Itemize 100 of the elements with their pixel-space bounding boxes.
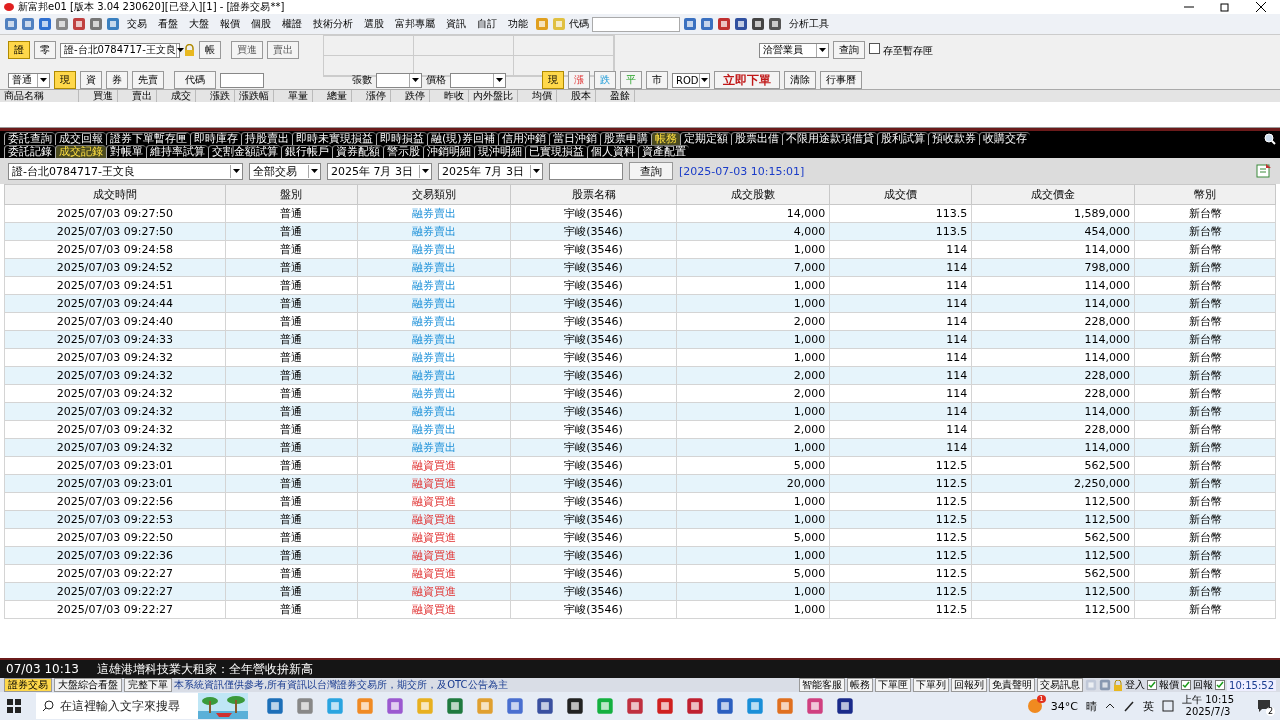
menu-item[interactable]: 大盤	[185, 17, 213, 31]
status-tab[interactable]: 完整下單	[124, 678, 172, 692]
menu-item[interactable]: 看盤	[154, 17, 182, 31]
caret-icon[interactable]	[422, 169, 429, 173]
submit-order-button[interactable]: 立即下單	[714, 71, 780, 89]
tab[interactable]: 交割金額試算	[208, 145, 281, 158]
agent-select[interactable]: 洽營業員	[759, 42, 829, 58]
tab[interactable]: 股利試算	[876, 132, 928, 145]
caret-icon[interactable]	[176, 48, 184, 52]
notification-icon[interactable]	[1256, 698, 1272, 714]
tab[interactable]: 委託查詢	[4, 132, 55, 145]
taskbar-clock[interactable]: 上午 10:15 2025/7/3	[1182, 694, 1234, 718]
column-header[interactable]: 成交股數	[677, 184, 830, 205]
credit-toggle[interactable]: 資	[80, 71, 102, 89]
account-select[interactable]: 證-台北0784717-王文良	[8, 162, 243, 180]
search-icon[interactable]	[1264, 132, 1276, 145]
toolbar-icon[interactable]	[768, 17, 782, 31]
query-button[interactable]: 查詢	[629, 162, 673, 180]
caret-icon[interactable]	[311, 169, 318, 173]
date-from-picker[interactable]: 2025年 7月 3日	[327, 162, 432, 180]
tab[interactable]: 即時未實現損益	[292, 132, 376, 145]
weather-icon[interactable]	[1026, 698, 1043, 714]
tab[interactable]: 即時庫存	[190, 132, 241, 145]
tablet-icon[interactable]	[1162, 700, 1174, 712]
price-type-toggle[interactable]: 市	[646, 71, 668, 89]
menu-item[interactable]: 選股	[360, 17, 388, 31]
sell-button[interactable]: 賣出	[267, 41, 299, 59]
caret-icon[interactable]	[233, 169, 240, 173]
caret-icon[interactable]	[700, 78, 708, 82]
menu-item[interactable]: 交易	[123, 17, 151, 31]
toolbar-icon[interactable]	[683, 17, 697, 31]
account-button[interactable]: 帳	[199, 41, 221, 59]
price-type-toggle[interactable]: 現	[542, 71, 564, 89]
toolbar-icon[interactable]	[106, 17, 120, 31]
status-button[interactable]: 智能客服	[799, 678, 846, 692]
menu-item[interactable]: 技術分析	[309, 17, 357, 31]
credit-toggle[interactable]: 先賣	[132, 71, 164, 89]
tab[interactable]: 現沖明細	[474, 145, 525, 158]
trade-type-select[interactable]: 全部交易	[249, 162, 321, 180]
credit-toggle[interactable]: 券	[106, 71, 128, 89]
code-field[interactable]	[592, 16, 680, 32]
menu-item[interactable]: 報價	[216, 17, 244, 31]
menu-item[interactable]: 權證	[278, 17, 306, 31]
column-header[interactable]: 成交價金	[971, 184, 1135, 205]
caret-icon[interactable]	[533, 169, 540, 173]
status-button[interactable]: 交易訊息	[1037, 678, 1084, 692]
column-header[interactable]: 交易類別	[357, 184, 511, 205]
tab[interactable]: 銀行帳戶	[281, 145, 332, 158]
tab[interactable]: 持股賣出	[241, 132, 292, 145]
code-input[interactable]	[220, 72, 264, 88]
tab[interactable]: 成交記錄	[55, 145, 106, 158]
status-button[interactable]: 下單列	[913, 678, 950, 692]
tab[interactable]: 資產配置	[638, 145, 689, 158]
calendar-button[interactable]: 行事曆	[820, 71, 862, 89]
tab[interactable]: 警示股	[383, 145, 423, 158]
column-header[interactable]: 盤別	[225, 184, 358, 205]
export-icon[interactable]	[1256, 163, 1272, 179]
tab[interactable]: 不限用途款項借貸	[781, 132, 877, 145]
tab[interactable]: 個人資料	[587, 145, 638, 158]
tab[interactable]: 信用沖銷	[497, 132, 549, 145]
lots-spinner[interactable]	[376, 72, 422, 88]
toolbar-icon[interactable]	[89, 17, 103, 31]
menu-item[interactable]: 分析工具	[785, 17, 833, 31]
text-field[interactable]	[549, 162, 623, 180]
column-header[interactable]: 股票名稱	[510, 184, 677, 205]
toolbar-icon[interactable]	[700, 17, 714, 31]
caret-icon[interactable]	[496, 78, 503, 82]
status-button[interactable]: 回報列	[951, 678, 988, 692]
news-headline[interactable]: 這雄港增科技業大租家：全年營收拚新高	[97, 660, 313, 678]
status-button[interactable]: 帳務	[847, 678, 874, 692]
status-tab[interactable]: 大盤綜合看盤	[54, 678, 122, 692]
tab[interactable]: 帳務	[650, 132, 680, 145]
toolbar-icon[interactable]	[717, 17, 731, 31]
clear-button[interactable]: 清除	[784, 71, 816, 89]
tif-select[interactable]: ROD	[672, 72, 710, 88]
market-toggle[interactable]: 證	[8, 41, 30, 59]
taskbar-search-field[interactable]: 在這裡輸入文字來搜尋	[36, 693, 198, 719]
chevron-up-icon[interactable]	[1105, 703, 1115, 709]
status-tab[interactable]: 證券交易	[4, 678, 52, 692]
query-button[interactable]: 查詢	[833, 41, 865, 59]
tab[interactable]: 對帳單	[106, 145, 146, 158]
tab[interactable]: 預收款券	[927, 132, 979, 145]
save-checkbox[interactable]: 存至暫存匣	[869, 42, 933, 58]
status-button[interactable]: 免責聲明	[989, 678, 1036, 692]
tab[interactable]: 收購交存	[978, 132, 1030, 145]
restore-icon[interactable]	[1220, 2, 1230, 12]
tab[interactable]: 定期定額	[679, 132, 731, 145]
caret-icon[interactable]	[412, 78, 419, 82]
market-toggle[interactable]: 零	[34, 41, 56, 59]
pen-icon[interactable]	[1123, 700, 1135, 712]
session-select[interactable]: 普通	[8, 72, 50, 88]
tab[interactable]: 股票出借	[730, 132, 782, 145]
menu-item[interactable]: 資訊	[442, 17, 470, 31]
tab[interactable]: 已實現損益	[525, 145, 587, 158]
tab[interactable]: 融(現)券回補	[427, 132, 498, 145]
app-icon[interactable]	[566, 697, 584, 715]
toolbar-icon[interactable]	[38, 17, 52, 31]
start-icon[interactable]	[6, 698, 22, 714]
toolbar-icon[interactable]	[751, 17, 765, 31]
date-to-picker[interactable]: 2025年 7月 3日	[438, 162, 543, 180]
